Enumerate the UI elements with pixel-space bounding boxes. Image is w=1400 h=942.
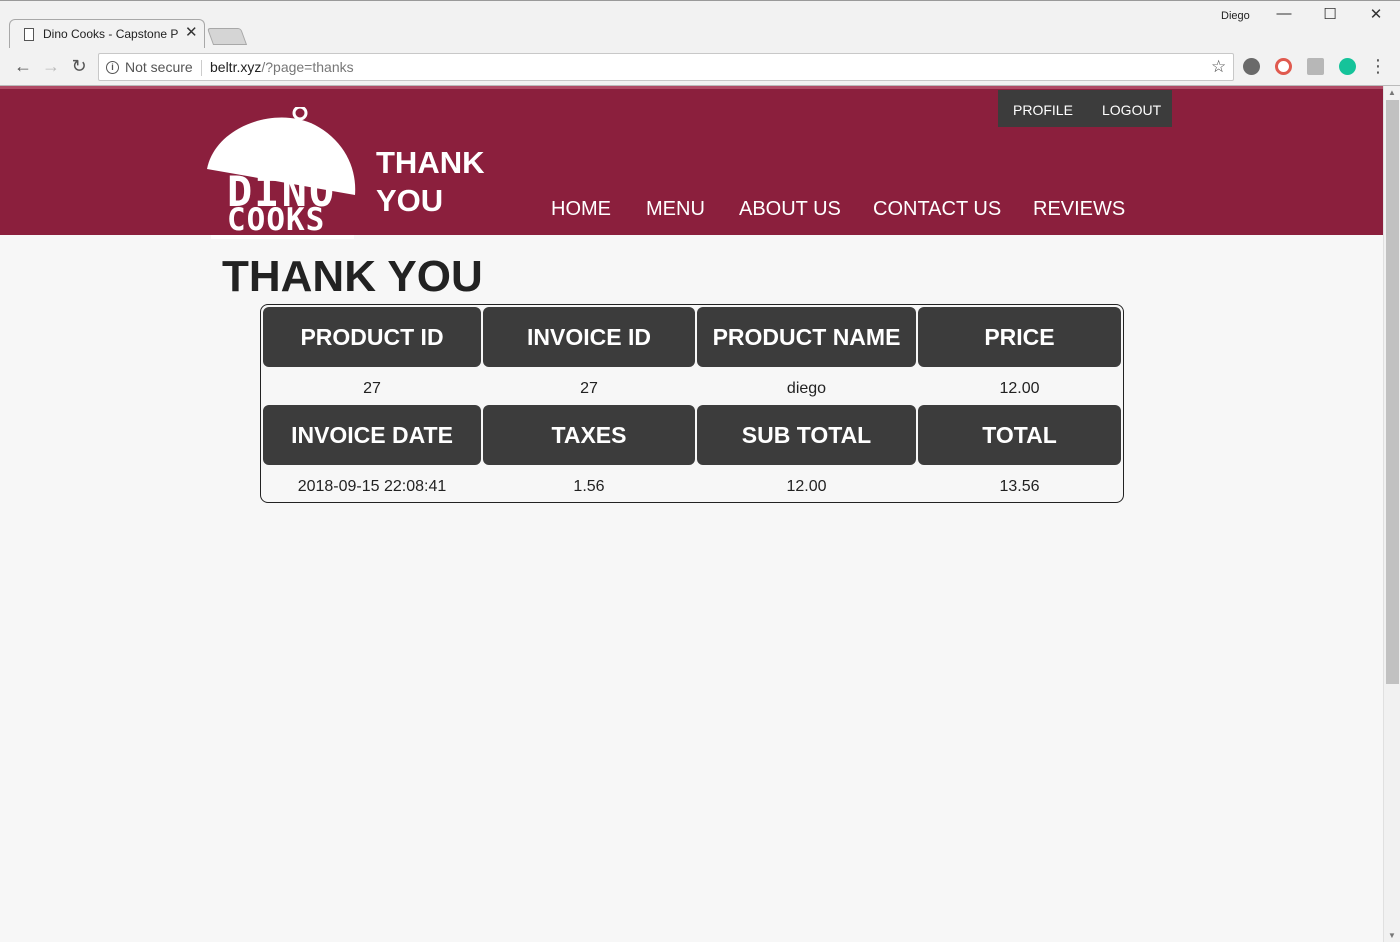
grammarly-icon[interactable] bbox=[1339, 58, 1356, 75]
maximize-icon[interactable]: ☐ bbox=[1315, 5, 1345, 23]
extension-gear-icon[interactable] bbox=[1243, 58, 1260, 75]
bookmark-star-icon[interactable]: ☆ bbox=[1211, 57, 1226, 77]
header-taxes: TAXES bbox=[483, 405, 695, 465]
new-tab-button[interactable] bbox=[206, 28, 248, 45]
value-product-id: 27 bbox=[363, 380, 381, 397]
extension-block-icon[interactable] bbox=[1275, 58, 1292, 75]
header-product-id: PRODUCT ID bbox=[263, 307, 481, 367]
forward-icon[interactable]: → bbox=[40, 56, 62, 76]
header-sub-total: SUB TOTAL bbox=[697, 405, 916, 465]
chrome-menu-icon[interactable]: ⋮ bbox=[1367, 56, 1389, 76]
header-invoice-id: INVOICE ID bbox=[483, 307, 695, 367]
back-icon[interactable]: ← bbox=[12, 56, 34, 76]
value-invoice-id: 27 bbox=[580, 380, 598, 397]
address-bar[interactable]: i Not secure beltr.xyz/?page=thanks ☆ bbox=[98, 53, 1234, 81]
invoice-table: PRODUCT ID INVOICE ID PRODUCT NAME PRICE… bbox=[260, 304, 1124, 503]
url-text[interactable]: beltr.xyz/?page=thanks bbox=[210, 59, 354, 75]
page-viewport: DINO COOKS THANK YOU PROFILE LOGOUT HOME… bbox=[0, 86, 1383, 942]
browser-titlebar: Dino Cooks - Capstone P ✕ Diego — ☐ ✕ bbox=[0, 0, 1400, 49]
info-icon[interactable]: i bbox=[106, 61, 119, 74]
site-header: DINO COOKS THANK YOU PROFILE LOGOUT HOME… bbox=[0, 86, 1383, 239]
value-sub-total: 12.00 bbox=[786, 478, 827, 495]
page-icon bbox=[24, 28, 34, 41]
page-title: THANK YOU bbox=[222, 252, 483, 301]
value-taxes: 1.56 bbox=[573, 478, 605, 495]
logo-line-2: COOKS bbox=[227, 202, 326, 238]
site-logo[interactable]: DINO COOKS bbox=[205, 93, 360, 239]
url-divider bbox=[201, 60, 202, 76]
header-product-name: PRODUCT NAME bbox=[697, 307, 916, 367]
nav-reviews[interactable]: REVIEWS bbox=[1033, 198, 1125, 221]
scroll-up-icon[interactable]: ▲ bbox=[1388, 88, 1396, 97]
tab-title: Dino Cooks - Capstone P bbox=[43, 27, 179, 41]
nav-contact-us[interactable]: CONTACT US bbox=[873, 198, 1001, 221]
nav-home[interactable]: HOME bbox=[551, 198, 611, 221]
value-total: 13.56 bbox=[999, 478, 1040, 495]
logout-link[interactable]: LOGOUT bbox=[1102, 102, 1161, 118]
header-title: THANK YOU bbox=[376, 145, 485, 218]
security-label[interactable]: Not secure bbox=[125, 59, 193, 75]
profile-link[interactable]: PROFILE bbox=[1013, 102, 1073, 118]
profile-name[interactable]: Diego bbox=[1221, 10, 1250, 22]
vertical-scrollbar[interactable]: ▲ ▼ bbox=[1383, 86, 1400, 942]
scroll-thumb[interactable] bbox=[1386, 100, 1399, 684]
extension-flag-icon[interactable] bbox=[1307, 58, 1324, 75]
close-tab-icon[interactable]: ✕ bbox=[185, 25, 198, 41]
window-close-icon[interactable]: ✕ bbox=[1361, 5, 1391, 23]
nav-menu[interactable]: MENU bbox=[646, 198, 705, 221]
nav-about-us[interactable]: ABOUT US bbox=[739, 198, 841, 221]
browser-toolbar: ← → ↻ i Not secure beltr.xyz/?page=thank… bbox=[0, 48, 1400, 86]
header-total: TOTAL bbox=[918, 405, 1121, 465]
value-product-name: diego bbox=[786, 380, 827, 397]
url-host: beltr.xyz bbox=[210, 59, 262, 75]
reload-icon[interactable]: ↻ bbox=[68, 56, 90, 76]
value-price: 12.00 bbox=[999, 380, 1040, 397]
header-price: PRICE bbox=[918, 307, 1121, 367]
url-path: /?page=thanks bbox=[261, 59, 354, 75]
logo-underline bbox=[211, 235, 354, 239]
account-menu: PROFILE LOGOUT bbox=[998, 90, 1172, 127]
value-invoice-date: 2018-09-15 22:08:41 bbox=[297, 478, 447, 495]
browser-tab[interactable]: Dino Cooks - Capstone P ✕ bbox=[9, 19, 205, 49]
scroll-down-icon[interactable]: ▼ bbox=[1388, 931, 1396, 940]
header-invoice-date: INVOICE DATE bbox=[263, 405, 481, 465]
minimize-icon[interactable]: — bbox=[1269, 5, 1299, 22]
